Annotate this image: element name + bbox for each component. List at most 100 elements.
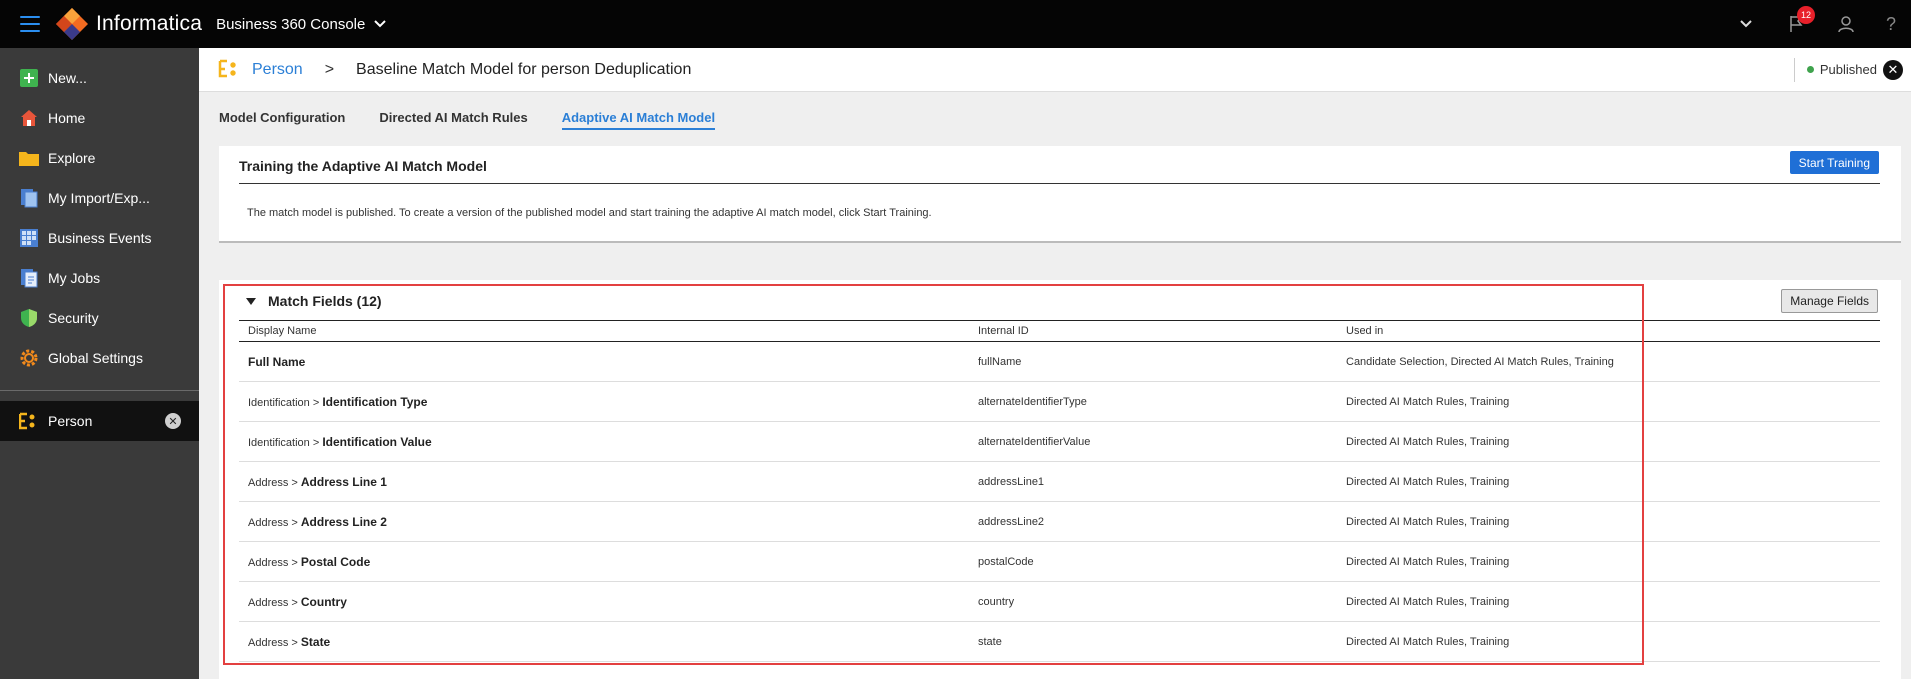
used-in-cell: Directed AI Match Rules, Training [1346,515,1510,528]
sidebar-item-label: My Import/Exp... [48,190,150,206]
sidebar-item-label: Global Settings [48,350,143,366]
table-row[interactable]: Address > Postal Code postalCode Directed … [239,542,1880,582]
sidebar-item-home[interactable]: Home [0,98,199,138]
home-icon [19,108,39,128]
sidebar-item-explore[interactable]: Explore [0,138,199,178]
model-tabs: Model Configuration Directed AI Match Ru… [219,110,749,130]
manage-fields-button[interactable]: Manage Fields [1781,289,1878,313]
notifications-button[interactable]: 12 [1771,0,1821,48]
user-icon [1838,16,1854,33]
person-entity-icon [218,59,240,81]
display-name: Full Name [248,354,306,369]
jobs-icon [19,268,39,288]
table-row[interactable]: Address > Country country Directed AI Matc… [239,582,1880,622]
notification-badge: 12 [1797,6,1815,24]
sidebar-item-security[interactable]: Security [0,298,199,338]
page-header: Person > Baseline Match Model for person… [199,48,1911,92]
panel-divider [239,183,1880,184]
shield-icon [19,308,39,328]
used-in-cell: Directed AI Match Rules, Training [1346,475,1510,488]
help-icon: ? [1885,13,1896,34]
caret-down-icon [246,297,256,305]
user-profile-button[interactable] [1821,0,1871,48]
used-in-cell: Directed AI Match Rules, Training [1346,395,1510,408]
breadcrumb-separator: > [324,60,335,78]
display-name: Address Line 1 [300,474,387,489]
informatica-logo-icon [54,6,90,42]
display-name-prefix: Address > [248,516,301,529]
match-fields-panel: Match Fields (12) Manage Fields Display … [219,280,1901,679]
top-dropdown-button[interactable] [1721,0,1771,48]
help-button[interactable]: ? [1871,0,1911,48]
display-name: Postal Code [300,554,371,569]
column-header-used-in[interactable]: Used in [1342,325,1383,337]
sidebar-item-label: Security [48,310,99,326]
sidebar-divider [0,390,199,391]
column-header-internal-id[interactable]: Internal ID [974,325,1342,337]
plus-icon [19,68,39,88]
training-panel-title: Training the Adaptive AI Match Model [239,158,487,174]
breadcrumb-person-link[interactable]: Person [252,61,303,79]
sidebar-item-my-jobs[interactable]: My Jobs [0,258,199,298]
display-name-cell: Full Name [239,355,974,369]
match-fields-table: Display Name Internal ID Used in Full Na… [239,320,1880,662]
events-grid-icon [19,228,39,248]
sidebar-item-label: Explore [48,150,96,166]
training-message: The match model is published. To create … [247,207,932,219]
display-name: Identification Value [322,434,432,449]
display-name-cell: Address > Country [239,595,974,609]
close-icon[interactable]: ✕ [1883,59,1903,80]
sidebar-item-business-events[interactable]: Business Events [0,218,199,258]
display-name-prefix: Address > [248,636,301,649]
open-tab-person[interactable]: Person ✕ [0,401,199,441]
sidebar: New... Home Explore My Import/Exp... Bus… [0,48,199,679]
display-name-cell: Address > Address Line 2 [239,515,974,529]
display-name: Country [300,594,347,609]
column-header-display-name[interactable]: Display Name [239,325,974,337]
internal-id-cell: addressLine1 [978,475,1045,488]
sidebar-item-new[interactable]: New... [0,58,199,98]
sidebar-item-label: New... [48,70,87,86]
internal-id-cell: country [978,595,1015,608]
hamburger-menu-icon[interactable] [20,16,40,32]
sidebar-item-global-settings[interactable]: Global Settings [0,338,199,378]
display-name-cell: Address > State [239,635,974,649]
table-row[interactable]: Address > State state Directed AI Match Ru… [239,622,1880,662]
header-divider [1793,57,1795,82]
display-name: Address Line 2 [300,514,387,529]
table-row[interactable]: Identification > Identification Value alt… [239,422,1880,462]
training-panel: Training the Adaptive AI Match Model Sta… [219,146,1901,243]
display-name-prefix: Identification > [248,396,323,409]
display-name-prefix: Address > [248,476,301,489]
table-row[interactable]: Address > Address Line 2 addressLine2 Dire… [239,502,1880,542]
tab-adaptive-ai-match-model[interactable]: Adaptive AI Match Model [561,110,716,130]
used-in-cell: Directed AI Match Rules, Training [1346,555,1510,568]
import-export-icon [19,188,39,208]
table-row[interactable]: Full Name fullName Candidate Selection, Di… [239,342,1880,382]
sidebar-item-label: Business Events [48,230,152,246]
display-name-prefix: Address > [248,556,301,569]
table-row[interactable]: Address > Address Line 1 addressLine1 Dire… [239,462,1880,502]
person-entity-icon [19,411,39,431]
match-fields-toggle[interactable]: Match Fields (12) [246,293,382,309]
close-icon[interactable]: ✕ [165,413,181,429]
display-name-cell: Identification > Identification Type [239,395,974,409]
chevron-down-icon [1740,20,1752,28]
display-name-cell: Address > Address Line 1 [239,475,974,489]
gear-icon [19,348,39,368]
internal-id-cell: alternateIdentifierType [978,395,1087,408]
table-row[interactable]: Identification > Identification Type alte… [239,382,1880,422]
start-training-button[interactable]: Start Training [1789,151,1879,174]
display-name: Identification Type [322,394,428,409]
used-in-cell: Candidate Selection, Directed AI Match R… [1346,355,1614,368]
tab-model-configuration[interactable]: Model Configuration [219,110,345,130]
console-switcher[interactable]: Business 360 Console [216,16,387,33]
sidebar-item-import-export[interactable]: My Import/Exp... [0,178,199,218]
top-bar: Informatica Business 360 Console 12 ? [0,0,1911,48]
status-badge: Published [1819,62,1877,77]
display-name-cell: Address > Postal Code [239,555,974,569]
used-in-cell: Directed AI Match Rules, Training [1346,435,1510,448]
tab-directed-ai-match-rules[interactable]: Directed AI Match Rules [379,110,527,130]
match-fields-title: Match Fields (12) [268,293,382,309]
display-name-cell: Identification > Identification Value [239,435,974,449]
